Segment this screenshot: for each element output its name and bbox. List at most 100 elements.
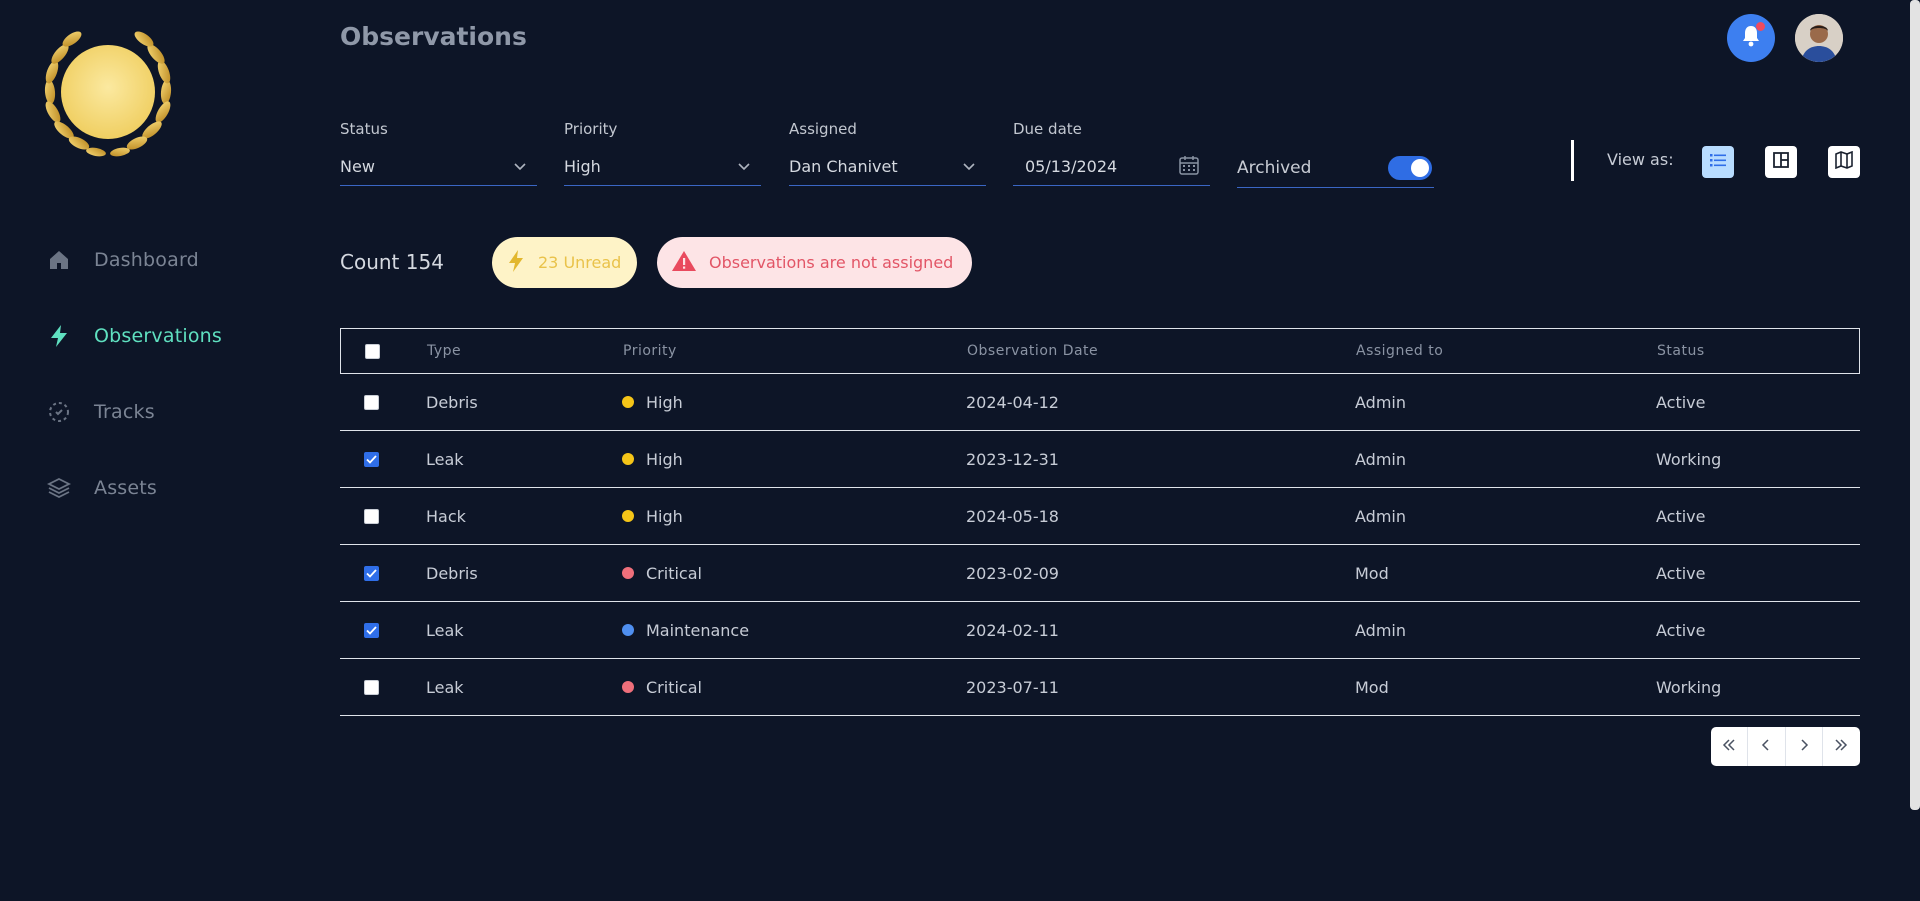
list-view-icon bbox=[1709, 152, 1727, 172]
map-view-button[interactable] bbox=[1828, 146, 1860, 178]
board-view-button[interactable] bbox=[1765, 146, 1797, 178]
cell-type: Debris bbox=[426, 392, 478, 412]
laurel-logo bbox=[34, 22, 182, 164]
table-header: Type Priority Observation Date Assigned … bbox=[340, 328, 1860, 374]
priority-text: High bbox=[646, 506, 683, 526]
row-checkbox[interactable] bbox=[364, 451, 379, 467]
due-date-input[interactable]: 05/13/2024 bbox=[1013, 148, 1210, 186]
cell-priority: Critical bbox=[622, 564, 702, 583]
chevron-down-icon bbox=[737, 157, 751, 176]
cell-type: Leak bbox=[426, 449, 464, 469]
status-select-value: New bbox=[340, 157, 375, 176]
row-checkbox[interactable] bbox=[364, 508, 379, 524]
cell-assigned-to: Admin bbox=[1355, 620, 1406, 640]
checkmark-icon bbox=[366, 568, 377, 578]
cell-priority: High bbox=[622, 450, 683, 469]
sidebar-item-label: Tracks bbox=[94, 401, 155, 423]
table-body: Debris High 2024-04-12 Admin Active Leak High 2… bbox=[340, 374, 1860, 716]
last-page-button[interactable] bbox=[1823, 727, 1860, 766]
row-select-cell bbox=[364, 394, 379, 410]
table-row[interactable]: Debris Critical 2023-02-09 Mod Active bbox=[340, 545, 1860, 602]
column-header-status[interactable]: Status bbox=[1657, 343, 1705, 359]
view-as-label: View as: bbox=[1607, 150, 1674, 169]
count-label: Count 154 bbox=[340, 250, 444, 274]
column-header-observation-date[interactable]: Observation Date bbox=[967, 343, 1098, 359]
assigned-select[interactable]: Dan Chanivet bbox=[789, 148, 986, 186]
unread-badge[interactable]: 23 Unread bbox=[492, 237, 637, 288]
row-select-cell bbox=[364, 508, 379, 524]
cell-type: Hack bbox=[426, 506, 466, 526]
archived-toggle[interactable] bbox=[1388, 155, 1432, 180]
cell-priority: Critical bbox=[622, 678, 702, 697]
page-scrollbar[interactable] bbox=[1910, 0, 1920, 810]
priority-dot bbox=[622, 624, 634, 636]
table-row[interactable]: Leak High 2023-12-31 Admin Working bbox=[340, 431, 1860, 488]
sidebar-item-tracks[interactable]: Tracks bbox=[46, 374, 222, 450]
priority-text: Critical bbox=[646, 677, 702, 697]
previous-page-button[interactable] bbox=[1748, 727, 1786, 766]
column-header-type[interactable]: Type bbox=[427, 343, 461, 359]
unassigned-alert-text: Observations are not assigned bbox=[709, 253, 954, 272]
status-select[interactable]: New bbox=[340, 148, 537, 186]
status-filter-label: Status bbox=[340, 120, 388, 138]
layers-icon bbox=[46, 475, 72, 501]
table-row[interactable]: Leak Critical 2023-07-11 Mod Working bbox=[340, 659, 1860, 716]
priority-text: Maintenance bbox=[646, 620, 750, 640]
cell-assigned-to: Admin bbox=[1355, 449, 1406, 469]
table-row[interactable]: Debris High 2024-04-12 Admin Active bbox=[340, 374, 1860, 431]
row-checkbox[interactable] bbox=[364, 679, 379, 695]
sidebar: Dashboard Observations Tracks Assets bbox=[0, 0, 300, 901]
priority-select[interactable]: High bbox=[564, 148, 761, 186]
unassigned-alert-badge[interactable]: Observations are not assigned bbox=[657, 237, 972, 288]
assigned-filter: Assigned Dan Chanivet bbox=[789, 120, 986, 186]
row-checkbox[interactable] bbox=[364, 394, 379, 410]
cell-priority: High bbox=[622, 393, 683, 412]
board-view-icon bbox=[1772, 151, 1790, 173]
column-header-priority[interactable]: Priority bbox=[623, 343, 677, 359]
cell-observation-date: 2023-02-09 bbox=[966, 563, 1059, 583]
cell-assigned-to: Mod bbox=[1355, 677, 1389, 697]
priority-text: High bbox=[646, 449, 683, 469]
sidebar-item-assets[interactable]: Assets bbox=[46, 450, 222, 526]
notifications-button[interactable] bbox=[1727, 14, 1775, 62]
select-all-checkbox[interactable] bbox=[365, 343, 380, 359]
priority-filter-label: Priority bbox=[564, 120, 618, 138]
cell-status: Working bbox=[1656, 449, 1722, 469]
double-chevron-right-icon bbox=[1833, 737, 1849, 756]
row-checkbox[interactable] bbox=[364, 565, 379, 581]
due-date-filter: Due date 05/13/2024 bbox=[1013, 120, 1210, 186]
sidebar-item-observations[interactable]: Observations bbox=[46, 298, 222, 374]
first-page-button[interactable] bbox=[1711, 727, 1749, 766]
user-avatar[interactable] bbox=[1795, 14, 1843, 62]
priority-filter: Priority High bbox=[564, 120, 761, 186]
row-select-cell bbox=[364, 451, 379, 467]
table-row[interactable]: Leak Maintenance 2024-02-11 Admin Active bbox=[340, 602, 1860, 659]
select-all-cell bbox=[365, 343, 380, 359]
cell-status: Active bbox=[1656, 392, 1706, 412]
next-page-button[interactable] bbox=[1786, 727, 1823, 766]
page-title: Observations bbox=[340, 22, 527, 51]
column-header-assigned-to[interactable]: Assigned to bbox=[1356, 343, 1443, 359]
notification-dot bbox=[1756, 22, 1765, 31]
due-date-filter-label: Due date bbox=[1013, 120, 1082, 138]
assigned-select-value: Dan Chanivet bbox=[789, 157, 898, 176]
cell-type: Leak bbox=[426, 677, 464, 697]
cell-assigned-to: Admin bbox=[1355, 392, 1406, 412]
list-view-button[interactable] bbox=[1702, 146, 1734, 178]
row-checkbox[interactable] bbox=[364, 622, 379, 638]
sidebar-item-dashboard[interactable]: Dashboard bbox=[46, 222, 222, 298]
toggle-knob bbox=[1411, 158, 1429, 177]
archived-label: Archived bbox=[1237, 157, 1312, 178]
chevron-down-icon bbox=[962, 157, 976, 176]
row-select-cell bbox=[364, 565, 379, 581]
cell-assigned-to: Mod bbox=[1355, 563, 1389, 583]
calendar-icon[interactable] bbox=[1178, 154, 1200, 180]
priority-dot bbox=[622, 567, 634, 579]
row-select-cell bbox=[364, 679, 379, 695]
chevron-left-icon bbox=[1760, 737, 1772, 756]
lightning-icon bbox=[506, 249, 526, 277]
unread-badge-text: 23 Unread bbox=[538, 253, 622, 272]
tracks-icon bbox=[46, 399, 72, 425]
table-row[interactable]: Hack High 2024-05-18 Admin Active bbox=[340, 488, 1860, 545]
pagination bbox=[1711, 727, 1860, 766]
